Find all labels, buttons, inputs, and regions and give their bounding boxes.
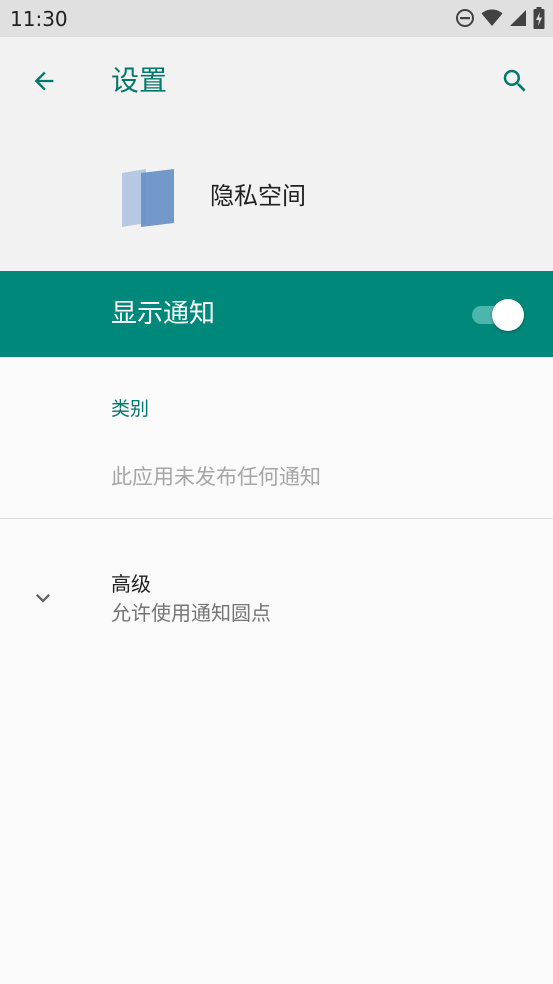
switch-thumb — [492, 299, 524, 331]
private-space-icon — [116, 165, 180, 229]
search-button[interactable] — [491, 59, 539, 103]
no-notifications-message: 此应用未发布任何通知 — [111, 465, 321, 489]
advanced-summary: 允许使用通知圆点 — [111, 601, 271, 625]
advanced-settings-row[interactable]: 高级 允许使用通知圆点 — [0, 545, 553, 645]
advanced-title: 高级 — [111, 572, 151, 596]
category-header: 类别 — [111, 398, 150, 420]
status-time: 11:30 — [10, 7, 68, 31]
cellular-signal-icon — [509, 9, 527, 27]
battery-charging-icon — [533, 7, 545, 29]
wifi-icon — [481, 9, 503, 27]
show-notifications-switch[interactable] — [470, 298, 524, 331]
back-button[interactable] — [20, 59, 68, 103]
chevron-down-icon — [28, 583, 58, 613]
show-notifications-label: 显示通知 — [111, 299, 216, 329]
app-bar: 设置 — [0, 37, 553, 125]
search-icon — [503, 69, 526, 92]
status-icons — [455, 7, 545, 29]
divider — [0, 518, 553, 519]
arrow-back-icon — [34, 71, 54, 91]
app-info-header: 隐私空间 — [0, 125, 553, 271]
do-not-disturb-icon — [455, 8, 475, 28]
status-bar: 11:30 — [0, 0, 553, 37]
page-title: 设置 — [111, 64, 168, 97]
show-notifications-toggle-row[interactable]: 显示通知 — [0, 271, 553, 357]
app-name: 隐私空间 — [210, 182, 306, 210]
